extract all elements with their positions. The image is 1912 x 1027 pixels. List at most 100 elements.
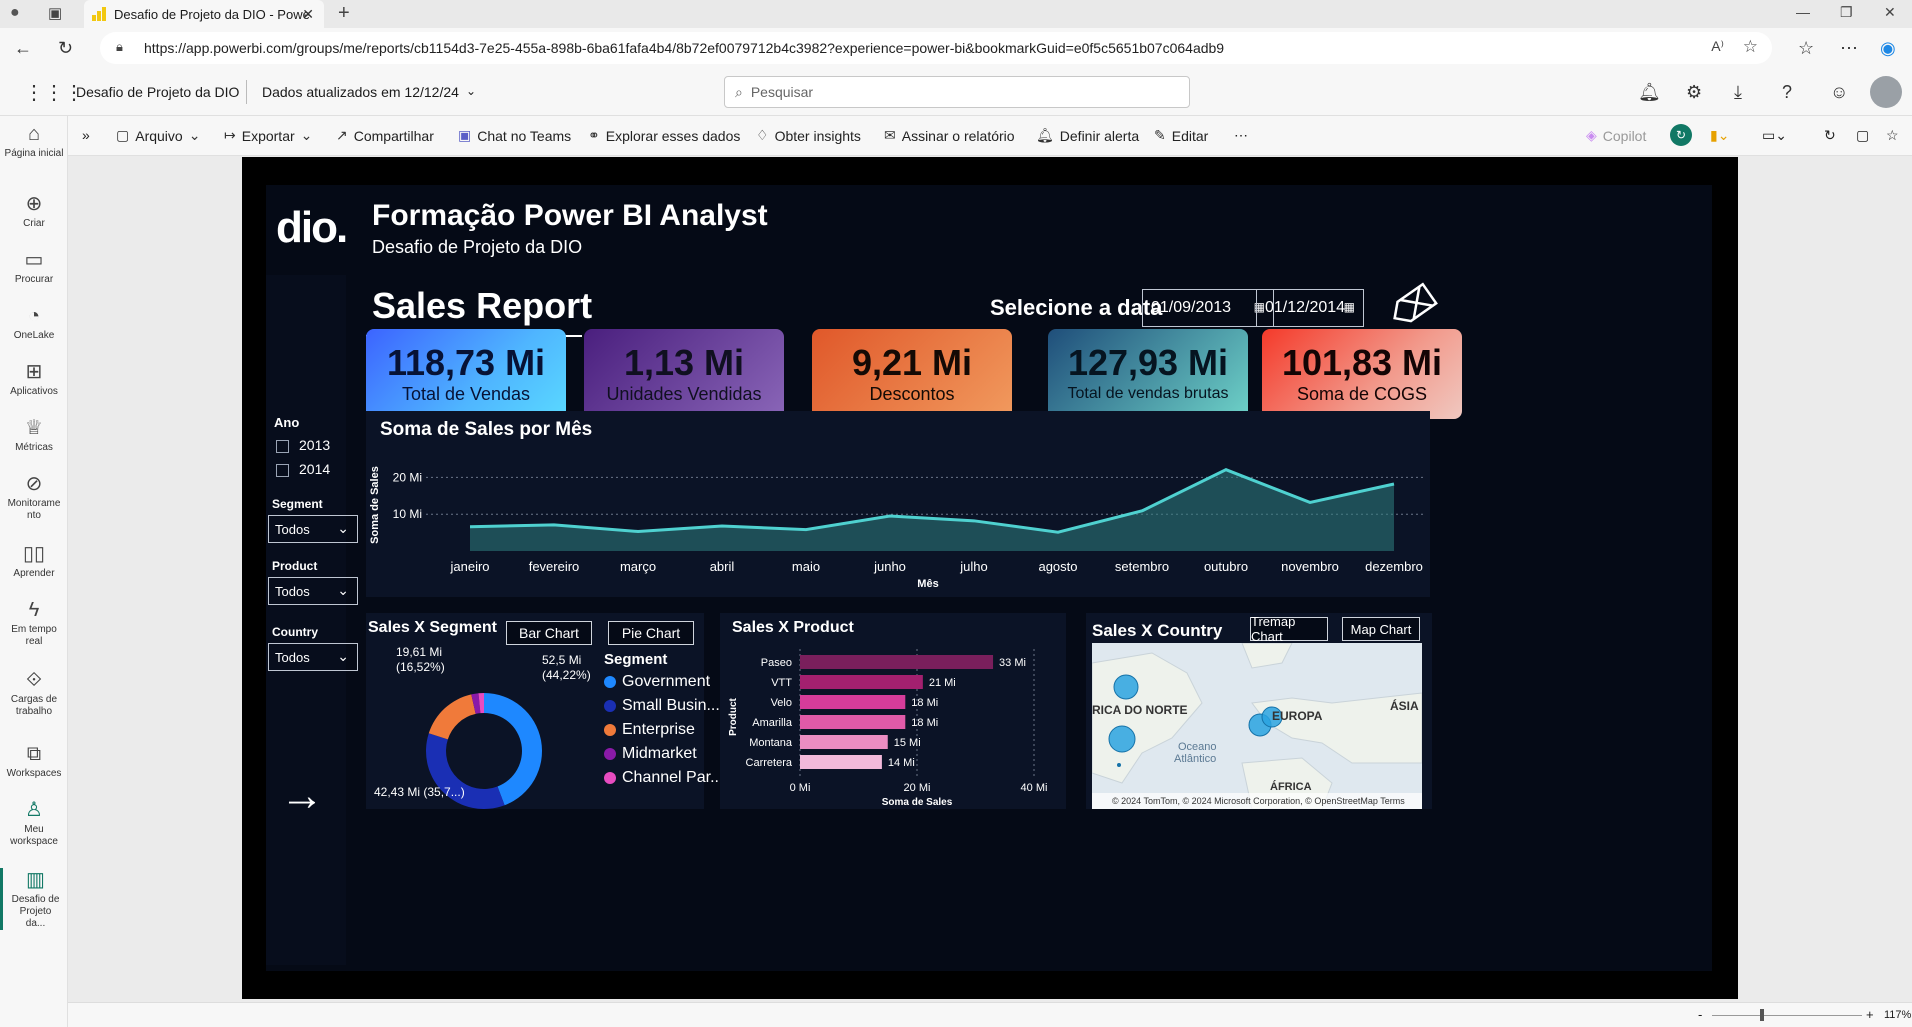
rail-create[interactable]: ⊕ Criar [0,192,68,230]
favorites-icon[interactable]: ☆ [1798,38,1814,59]
world-map[interactable]: RICA DO NORTE EUROPA ÁSIA Oceano Atlânti… [1092,643,1422,809]
reload-icon[interactable]: ↻ [1824,127,1836,144]
report-name[interactable]: Desafio de Projeto da DIO [76,84,239,100]
avatar[interactable] [1870,76,1902,108]
copilot-browser-icon[interactable]: ◉ [1880,38,1896,59]
zoom-in-icon[interactable]: + [1866,1007,1874,1022]
rail-learn[interactable]: ▯▯ Aprender [0,542,68,580]
rail-home[interactable]: ⌂ Página inicial [0,122,68,160]
favorite-icon[interactable]: ☆ [1886,127,1899,144]
feedback-icon[interactable]: ☺ [1830,82,1848,103]
refresh-icon[interactable]: ↻ [58,38,73,59]
data-point[interactable] [551,522,557,528]
bookmark-icon[interactable]: ▮⌄ [1710,127,1729,144]
data-point[interactable] [1139,508,1145,514]
assinar-button[interactable]: ✉ Assinar o relatório [884,127,1015,144]
insights-button[interactable]: ♢ Obter insights [756,127,861,144]
bell-icon[interactable]: 🔔︎ [1638,82,1661,103]
legend-item[interactable]: Government [604,673,710,691]
chevron-down-icon[interactable]: ⌄ [466,84,476,98]
bar-vtt[interactable] [800,675,923,689]
data-point[interactable] [1391,481,1397,487]
bar-velo[interactable] [800,695,906,709]
exportar-menu[interactable]: ↦ Exportar ⌄ [224,127,312,144]
date-start-input[interactable]: 01/09/2013 ▦ [1142,289,1274,327]
segment-dropdown[interactable]: Todos ⌄ [268,515,358,543]
data-point[interactable] [467,524,473,530]
canada-bubble[interactable] [1113,674,1139,700]
search-input[interactable]: ⌕ Pesquisar [724,76,1190,108]
rail-my-workspace[interactable]: ♙ Meu workspace [0,798,68,848]
bar-montana[interactable] [800,735,888,749]
explorar-button[interactable]: ⚭ Explorar esses dados [588,127,740,144]
editar-button[interactable]: ✎ Editar [1154,127,1208,144]
rail-apps[interactable]: ⊞ Aplicativos [0,360,68,398]
arquivo-menu[interactable]: ▢ Arquivo ⌄ [116,127,200,144]
data-point[interactable] [1307,499,1313,505]
bar-chart-button[interactable]: Bar Chart [506,621,592,645]
bar-amarilla[interactable] [800,715,906,729]
data-point[interactable] [719,523,725,529]
new-tab-icon[interactable]: + [338,2,350,25]
legend-item[interactable]: Midmarket [604,745,697,763]
treemap-chart-button[interactable]: Tremap Chart [1250,614,1328,644]
rail-monitoring[interactable]: ⊘ Monitoramento [0,472,68,522]
url-field[interactable]: 🔒︎ https://app.powerbi.com/groups/me/rep… [100,32,1772,64]
data-point[interactable] [971,518,977,524]
expand-pane-icon[interactable]: » [82,127,90,143]
country-dropdown[interactable]: Todos ⌄ [268,643,358,671]
compartilhar-button[interactable]: ↗ Compartilhar [336,127,434,144]
donut-slice-enterprise[interactable] [428,694,476,740]
rail-workloads[interactable]: ⟐ Cargas de trabalho [0,668,68,718]
legend-item[interactable]: Enterprise [604,721,695,739]
read-aloud-icon[interactable]: A⁾ [1711,38,1724,55]
close-tab-icon[interactable]: ✕ [302,6,314,23]
refresh-visual-icon[interactable]: ↻ [1670,124,1692,146]
bar-carretera[interactable] [800,755,882,769]
zoom-slider-track[interactable] [1712,1015,1862,1016]
copilot-button[interactable]: ◈ Copilot [1586,127,1646,144]
download-icon[interactable]: ⤓ [1734,82,1742,103]
more-icon[interactable]: ⋯ [1840,38,1858,59]
close-window-icon[interactable]: ✕ [1884,4,1896,21]
map-chart-button[interactable]: Map Chart [1342,617,1420,641]
rail-metrics[interactable]: ♕ Métricas [0,416,68,454]
date-end-input[interactable]: 01/12/2014 ▦ [1256,289,1364,327]
zoom-slider-thumb[interactable] [1760,1009,1764,1021]
rail-onelake[interactable]: ◔ OneLake [0,304,68,342]
legend-item[interactable]: Channel Par... [604,769,723,787]
rail-current-report[interactable]: ▥ Desafio de Projeto da... [0,868,68,930]
tab-actions-icon[interactable]: ▣ [48,4,62,22]
data-point[interactable] [1223,467,1229,473]
more-options-icon[interactable]: ⋯ [1234,127,1248,144]
data-point[interactable] [635,528,641,534]
gear-icon[interactable]: ⚙ [1686,82,1702,103]
comment-icon[interactable]: ▢ [1856,127,1869,144]
rail-workspaces[interactable]: ⧉ Workspaces [0,742,68,780]
favorite-star-icon[interactable]: ☆ [1743,37,1758,57]
year-2014-checkbox[interactable]: 2014 [276,461,330,477]
year-2013-checkbox[interactable]: 2013 [276,437,330,453]
rail-browse[interactable]: ▭ Procurar [0,248,68,286]
data-point[interactable] [887,513,893,519]
profile-icon[interactable]: ● [10,4,20,22]
legend-item[interactable]: Small Busin... [604,697,720,715]
bar-paseo[interactable] [800,655,994,669]
usa-bubble[interactable] [1108,725,1136,753]
alerta-button[interactable]: 🔔︎ Definir alerta [1036,127,1139,144]
product-dropdown[interactable]: Todos ⌄ [268,577,358,605]
browser-tab[interactable]: Desafio de Projeto da DIO - Powe ✕ [84,0,324,28]
pie-chart-button[interactable]: Pie Chart [608,621,694,645]
rail-realtime[interactable]: ϟ Em tempo real [0,598,68,648]
view-icon[interactable]: ▭⌄ [1762,127,1787,144]
mexico-bubble[interactable] [1117,763,1121,767]
data-point[interactable] [803,527,809,533]
minimize-icon[interactable]: — [1796,4,1810,20]
arrow-right-icon[interactable]: → [280,771,324,821]
help-icon[interactable]: ? [1782,82,1792,103]
app-launcher-icon[interactable]: ⋮⋮⋮ [24,80,84,105]
back-icon[interactable]: ← [14,38,32,59]
data-point[interactable] [1055,529,1061,535]
zoom-out-icon[interactable]: - [1698,1007,1702,1022]
maximize-icon[interactable]: ❐ [1840,4,1853,21]
